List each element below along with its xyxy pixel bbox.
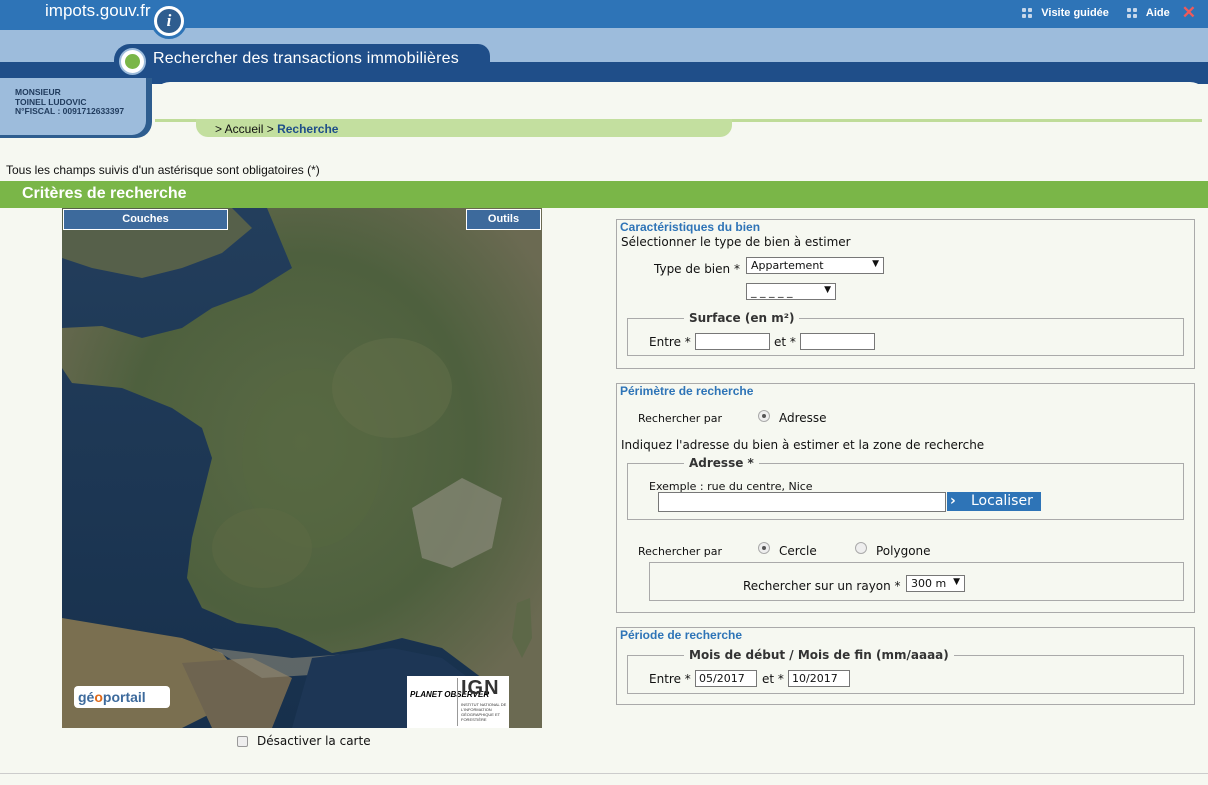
rayon-select[interactable]: 300 m ▼ (906, 575, 965, 592)
localiser-label: Localiser (971, 493, 1033, 509)
caracteristiques-legend: Caractéristiques du bien (620, 220, 761, 234)
caracteristiques-group: Caractéristiques du bien Sélectionner le… (616, 219, 1195, 369)
criteria-title: Critères de recherche (22, 185, 187, 202)
criteria-bar: Critères de recherche (0, 181, 1208, 208)
surface-entre-label: Entre * (649, 335, 691, 349)
adresse-radio-label: Adresse (779, 411, 827, 425)
link-visite-guidee[interactable]: Visite guidée (1041, 7, 1109, 19)
mois-legend: Mois de début / Mois de fin (mm/aaaa) (684, 648, 954, 662)
search-by-label: Rechercher par (638, 412, 723, 425)
surface-min-input[interactable] (695, 333, 770, 350)
disable-map-label: Désactiver la carte (257, 734, 371, 748)
link-aide[interactable]: Aide (1146, 7, 1170, 19)
breadcrumb-home[interactable]: > Accueil (215, 122, 263, 136)
rayon-label: Rechercher sur un rayon * (743, 579, 901, 593)
disable-map-checkbox[interactable] (237, 735, 248, 747)
dropdown-arrow-icon: ▼ (872, 259, 879, 269)
cercle-radio-label: Cercle (779, 544, 817, 558)
dropdown-arrow-icon: ▼ (953, 577, 960, 587)
top-links: Visite guidée Aide ✕ (1022, 4, 1196, 21)
adresse-legend: Adresse * (684, 456, 759, 470)
sub-type-select[interactable]: _ _ _ _ _ ▼ (746, 283, 836, 300)
type-bien-value: Appartement (751, 259, 824, 272)
tools-button[interactable]: Outils (466, 209, 541, 230)
adresse-input[interactable] (658, 492, 946, 512)
breadcrumb-current: Recherche (277, 122, 339, 136)
polygone-radio-label: Polygone (876, 544, 931, 558)
surface-et-label: et * (774, 335, 796, 349)
mandatory-note: Tous les champs suivis d'un astérisque s… (6, 163, 320, 177)
info-logo-icon: i (151, 3, 187, 39)
map-view[interactable]: Couches Outils géoportail PLANET OBSERVE… (62, 208, 542, 728)
chevron-right-icon: › (950, 493, 956, 509)
user-box: MONSIEUR TOINEL LUDOVIC N°FISCAL : 00917… (0, 78, 152, 138)
perimetre-intro: Indiquez l'adresse du bien à estimer et … (621, 438, 985, 452)
site-logo[interactable]: impots.gouv.fr (45, 1, 151, 21)
dots-icon (1126, 8, 1137, 18)
caracteristiques-intro: Sélectionner le type de bien à estimer (621, 235, 851, 249)
periode-legend: Période de recherche (620, 628, 743, 642)
periode-group: Période de recherche Mois de début / Moi… (616, 627, 1195, 705)
mois-fieldset: Mois de début / Mois de fin (mm/aaaa) En… (627, 648, 1184, 694)
adresse-radio[interactable] (758, 410, 770, 422)
search-by-label-2: Rechercher par (638, 545, 723, 558)
periode-entre-label: Entre * (649, 672, 691, 686)
rayon-value: 300 m (911, 577, 947, 590)
ign-subtitle: INSTITUT NATIONAL DE L'INFORMATION GÉOGR… (461, 702, 507, 722)
map-satellite-image (62, 208, 542, 728)
sub-type-value: _ _ _ _ _ (751, 285, 793, 298)
disable-map-option: Désactiver la carte (237, 734, 371, 748)
type-bien-label: Type de bien * (654, 262, 740, 276)
type-bien-select[interactable]: Appartement ▼ (746, 257, 884, 274)
perimetre-group: Périmètre de recherche Rechercher par Ad… (616, 383, 1195, 613)
info-icon: i (157, 9, 181, 33)
user-fiscal-number: N°FISCAL : 0091712633397 (15, 106, 125, 116)
mois-fin-input[interactable]: 10/2017 (788, 670, 850, 687)
geoportail-logo-pre: gé (78, 689, 95, 705)
dropdown-arrow-icon: ▼ (824, 285, 831, 295)
layers-button[interactable]: Couches (63, 209, 228, 230)
globe-icon (119, 48, 146, 75)
polygone-radio[interactable] (855, 542, 867, 554)
cercle-radio[interactable] (758, 542, 770, 554)
periode-et-label: et * (762, 672, 784, 686)
adresse-fieldset: Adresse * Exemple : rue du centre, Nice … (627, 456, 1184, 520)
surface-max-input[interactable] (800, 333, 875, 350)
geoportail-logo-o: o (94, 689, 103, 705)
page-title: Rechercher des transactions immobilières (153, 50, 459, 67)
close-icon[interactable]: ✕ (1182, 4, 1196, 21)
breadcrumb-separator: > (266, 122, 274, 136)
map-credits-logos: PLANET OBSERVER IGN INSTITUT NATIONAL DE… (407, 676, 509, 728)
mois-debut-input[interactable]: 05/2017 (695, 670, 757, 687)
geoportail-logo[interactable]: géoportail (74, 686, 170, 708)
content-top (152, 82, 1208, 122)
surface-legend: Surface (en m²) (684, 311, 800, 325)
rayon-fieldset: Rechercher sur un rayon * 300 m ▼ (649, 562, 1184, 601)
dots-icon (1022, 8, 1033, 18)
surface-fieldset: Surface (en m²) Entre * et * (627, 311, 1184, 356)
geoportail-logo-post: portail (102, 689, 146, 705)
footer-divider (0, 773, 1208, 774)
localiser-button[interactable]: › Localiser (947, 492, 1041, 511)
breadcrumb: > Accueil > Recherche (196, 119, 732, 137)
perimetre-legend: Périmètre de recherche (620, 384, 754, 398)
ign-logo: IGN (461, 677, 500, 699)
